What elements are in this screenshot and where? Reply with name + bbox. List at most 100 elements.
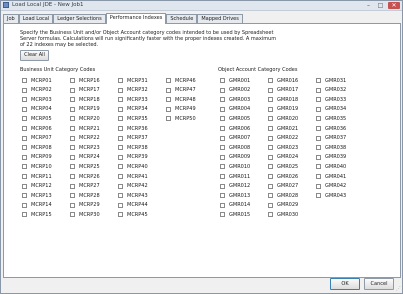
checkbox-item-gmr036[interactable]: GMR036	[316, 125, 346, 132]
checkbox[interactable]	[118, 126, 123, 131]
checkbox[interactable]	[70, 78, 75, 83]
checkbox-item-gmr010[interactable]: GMR010	[220, 163, 250, 170]
checkbox-item-gmr014[interactable]: GMR014	[220, 202, 250, 209]
checkbox[interactable]	[118, 164, 123, 170]
checkbox[interactable]	[316, 174, 321, 179]
checkbox[interactable]	[118, 116, 123, 122]
checkbox-item-mcrp04[interactable]: MCRP04	[22, 106, 52, 113]
checkbox-item-mcrp38[interactable]: MCRP38	[118, 144, 148, 151]
checkbox-item-mcrp12[interactable]: MCRP12	[22, 183, 52, 190]
checkbox-item-mcrp25[interactable]: MCRP25	[70, 163, 100, 170]
checkbox-item-mcrp08[interactable]: MCRP08	[22, 144, 52, 151]
checkbox[interactable]	[22, 212, 27, 218]
checkbox[interactable]	[316, 78, 321, 83]
checkbox-item-mcrp03[interactable]: MCRP03	[22, 96, 52, 103]
checkbox-item-gmr005[interactable]: GMR005	[220, 115, 250, 122]
checkbox-item-mcrp17[interactable]: MCRP17	[70, 87, 100, 94]
checkbox[interactable]	[70, 106, 75, 112]
checkbox-item-mcrp43[interactable]: MCRP43	[118, 192, 148, 199]
resize-grip-icon[interactable]: ⋰	[396, 286, 401, 292]
checkbox-item-mcrp19[interactable]: MCRP19	[70, 106, 100, 113]
checkbox[interactable]	[118, 202, 123, 208]
checkbox[interactable]	[118, 174, 123, 179]
checkbox-item-mcrp40[interactable]: MCRP40	[118, 163, 148, 170]
checkbox-item-gmr037[interactable]: GMR037	[316, 135, 346, 142]
checkbox-item-mcrp41[interactable]: MCRP41	[118, 173, 148, 180]
checkbox[interactable]	[316, 87, 321, 93]
checkbox[interactable]	[268, 164, 273, 170]
checkbox[interactable]	[220, 106, 225, 112]
checkbox[interactable]	[220, 135, 225, 141]
checkbox-item-mcrp49[interactable]: MCRP49	[166, 106, 196, 113]
checkbox[interactable]	[166, 78, 171, 83]
checkbox[interactable]	[268, 193, 273, 199]
ok-button[interactable]: OK	[330, 278, 360, 290]
checkbox-item-mcrp16[interactable]: MCRP16	[70, 77, 100, 84]
checkbox[interactable]	[118, 154, 123, 160]
checkbox[interactable]	[70, 193, 75, 199]
checkbox-item-mcrp09[interactable]: MCRP09	[22, 154, 52, 161]
checkbox[interactable]	[166, 87, 171, 93]
checkbox-item-gmr011[interactable]: GMR011	[220, 173, 250, 180]
checkbox[interactable]	[166, 97, 171, 103]
checkbox[interactable]	[70, 116, 75, 122]
checkbox-item-mcrp14[interactable]: MCRP14	[22, 202, 52, 209]
checkbox-item-mcrp36[interactable]: MCRP36	[118, 125, 148, 132]
checkbox-item-gmr028[interactable]: GMR028	[268, 192, 298, 199]
checkbox[interactable]	[22, 126, 27, 131]
checkbox[interactable]	[268, 87, 273, 93]
checkbox[interactable]	[118, 193, 123, 199]
checkbox[interactable]	[316, 106, 321, 112]
checkbox-item-mcrp47[interactable]: MCRP47	[166, 87, 196, 94]
checkbox[interactable]	[268, 183, 273, 189]
checkbox[interactable]	[316, 97, 321, 103]
checkbox[interactable]	[118, 106, 123, 112]
checkbox[interactable]	[70, 126, 75, 131]
checkbox[interactable]	[316, 154, 321, 160]
checkbox[interactable]	[316, 164, 321, 170]
checkbox[interactable]	[268, 154, 273, 160]
checkbox-item-gmr024[interactable]: GMR024	[268, 154, 298, 161]
checkbox[interactable]	[220, 87, 225, 93]
checkbox-item-gmr017[interactable]: GMR017	[268, 87, 298, 94]
checkbox[interactable]	[166, 106, 171, 112]
checkbox-item-mcrp11[interactable]: MCRP11	[22, 173, 52, 180]
checkbox-item-gmr042[interactable]: GMR042	[316, 183, 346, 190]
checkbox[interactable]	[268, 202, 273, 208]
checkbox-item-gmr004[interactable]: GMR004	[220, 106, 250, 113]
checkbox-item-mcrp45[interactable]: MCRP45	[118, 211, 148, 218]
checkbox-item-gmr016[interactable]: GMR016	[268, 77, 298, 84]
checkbox[interactable]	[268, 135, 273, 141]
checkbox-item-gmr029[interactable]: GMR029	[268, 202, 298, 209]
checkbox-item-gmr038[interactable]: GMR038	[316, 144, 346, 151]
checkbox-item-gmr023[interactable]: GMR023	[268, 144, 298, 151]
checkbox[interactable]	[22, 78, 27, 83]
checkbox-item-mcrp42[interactable]: MCRP42	[118, 183, 148, 190]
checkbox[interactable]	[316, 193, 321, 199]
checkbox-item-mcrp22[interactable]: MCRP22	[70, 135, 100, 142]
checkbox[interactable]	[70, 174, 75, 179]
checkbox[interactable]	[22, 97, 27, 103]
checkbox[interactable]	[118, 212, 123, 218]
checkbox[interactable]	[268, 174, 273, 179]
checkbox[interactable]	[22, 193, 27, 199]
checkbox-item-gmr002[interactable]: GMR002	[220, 87, 250, 94]
checkbox-item-mcrp24[interactable]: MCRP24	[70, 154, 100, 161]
checkbox-item-mcrp26[interactable]: MCRP26	[70, 173, 100, 180]
checkbox[interactable]	[268, 145, 273, 151]
checkbox-item-mcrp35[interactable]: MCRP35	[118, 115, 148, 122]
minimize-icon[interactable]: –	[364, 2, 373, 9]
checkbox[interactable]	[22, 154, 27, 160]
checkbox-item-gmr030[interactable]: GMR030	[268, 211, 298, 218]
checkbox[interactable]	[118, 97, 123, 103]
cancel-button[interactable]: Cancel	[364, 278, 394, 290]
checkbox[interactable]	[220, 174, 225, 179]
checkbox-item-mcrp23[interactable]: MCRP23	[70, 144, 100, 151]
checkbox-item-mcrp13[interactable]: MCRP13	[22, 192, 52, 199]
checkbox-item-gmr034[interactable]: GMR034	[316, 106, 346, 113]
checkbox[interactable]	[22, 174, 27, 179]
checkbox[interactable]	[118, 78, 123, 83]
checkbox[interactable]	[70, 202, 75, 208]
checkbox-item-mcrp27[interactable]: MCRP27	[70, 183, 100, 190]
checkbox[interactable]	[268, 106, 273, 112]
